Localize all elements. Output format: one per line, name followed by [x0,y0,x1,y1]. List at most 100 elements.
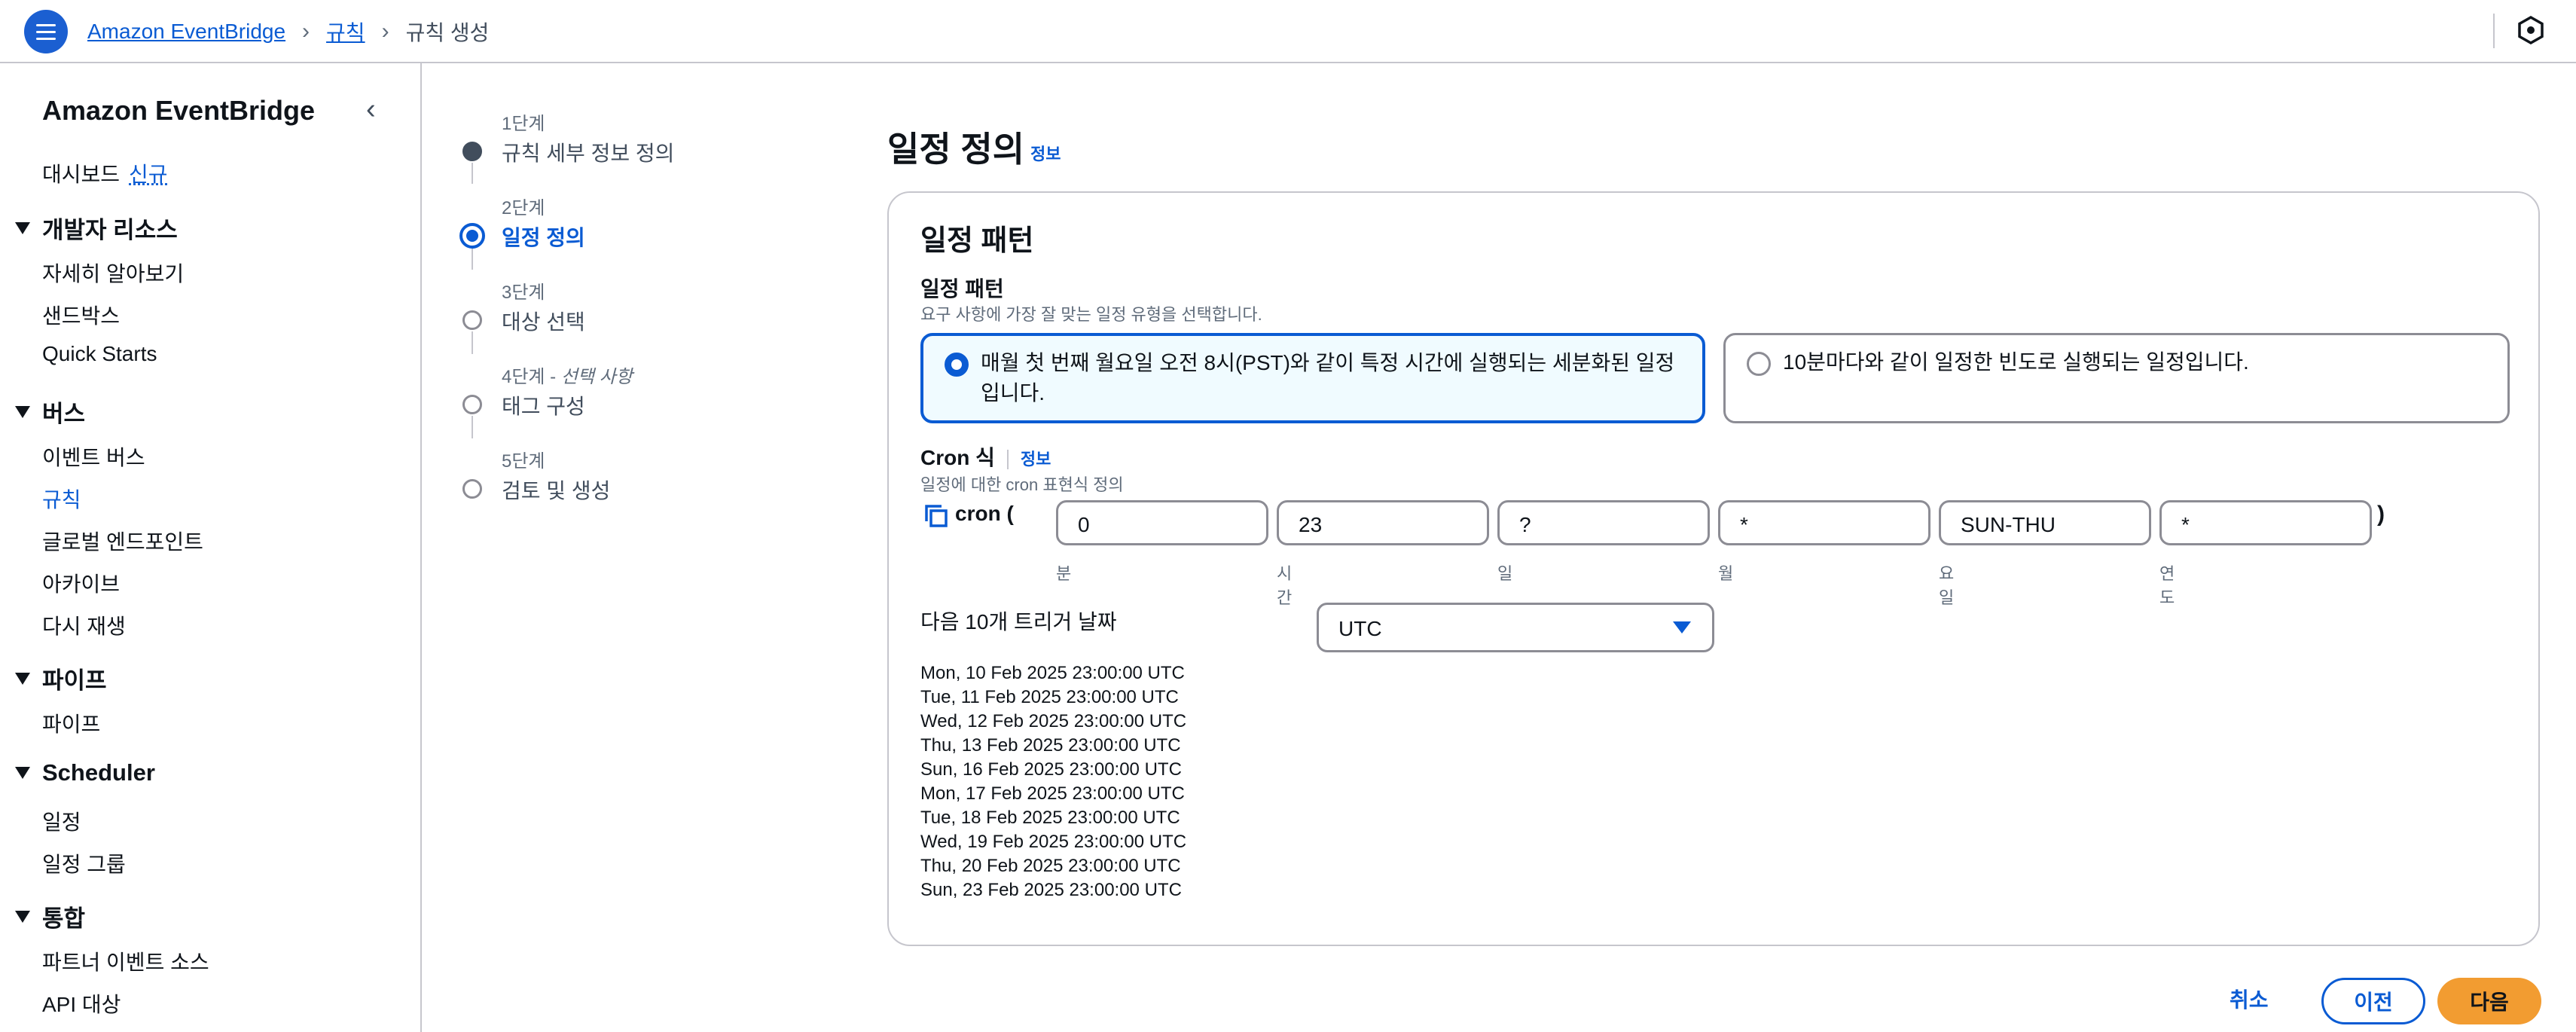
previous-button[interactable]: 이전 [2321,978,2425,1024]
section-title: 통합 [42,905,86,932]
sidebar-item-event-buses[interactable]: 이벤트 버스 [42,441,145,472]
list-item: Wed, 12 Feb 2025 23:00:00 UTC [920,711,1187,731]
caret-down-icon [15,221,30,234]
sidebar-item-rules[interactable]: 규칙 [42,484,81,514]
section-title: 파이프 [42,667,107,694]
cron-year-label: 연도 [2159,564,2175,607]
step-1-link[interactable]: 규칙 세부 정보 정의 [502,137,674,167]
sidebar-section-scheduler[interactable]: Scheduler [15,759,155,786]
sidebar-section-buses[interactable]: 버스 [15,395,85,429]
sidebar-section-integration[interactable]: 통합 [15,899,85,933]
list-item: Sun, 23 Feb 2025 23:00:00 UTC [920,880,1182,900]
cron-month-input[interactable]: * [1718,500,1930,545]
menu-button[interactable] [24,10,68,53]
sidebar-item-dashboard[interactable]: 대시보드 신규 [42,158,168,188]
cron-day-of-week-input[interactable]: SUN-THU [1939,500,2151,545]
breadcrumb-home-link[interactable]: Amazon EventBridge [87,20,285,44]
sidebar-item-archives[interactable]: 아카이브 [42,568,120,598]
chevron-right-icon: › [302,19,310,44]
page-title: 일정 정의 [887,130,1025,169]
radio-fine-grained-schedule[interactable]: 매월 첫 번째 월요일 오전 8시(PST)와 같이 특정 시간에 실행되는 세… [920,333,1705,423]
caret-down-icon [15,405,30,418]
list-item: Thu, 20 Feb 2025 23:00:00 UTC [920,856,1181,876]
list-item: Tue, 18 Feb 2025 23:00:00 UTC [920,808,1180,828]
sidebar-item-learn-more[interactable]: 자세히 알아보기 [42,258,184,288]
step-5-name: 검토 및 생성 [502,479,611,502]
step-2-label: 2단계 [502,198,545,218]
cron-prefix: cron ( [955,502,1014,525]
section-title: 버스 [42,401,86,427]
step-4-number: 4단계 [502,367,545,387]
cancel-button[interactable]: 취소 [2230,984,2269,1014]
radio-rate-schedule[interactable]: 10분마다와 같이 일정한 빈도로 실행되는 일정입니다. [1723,333,2510,423]
sidebar-item-pipes[interactable]: 파이프 [42,708,100,738]
info-link[interactable]: 정보 [1030,141,1061,165]
sidebar-item-partner-event-sources[interactable]: 파트너 이벤트 소스 [42,946,209,976]
hamburger-icon [36,22,56,42]
sidebar-item-sandbox[interactable]: 샌드박스 [42,300,120,330]
cron-description: 일정에 대한 cron 표현식 정의 [920,475,1124,494]
sidebar-item-schedule-groups[interactable]: 일정 그룹 [42,848,126,878]
pattern-label: 일정 패턴 [920,277,1004,301]
sidebar-item-global-endpoints[interactable]: 글로벌 엔드포인트 [42,526,203,556]
list-item: Thu, 13 Feb 2025 23:00:00 UTC [920,735,1181,756]
radio-selected-icon [945,353,969,377]
step-4-optional: 선택 사항 [560,367,633,387]
list-item: Mon, 10 Feb 2025 23:00:00 UTC [920,663,1185,683]
cron-label-text: Cron 식 [920,446,995,469]
sidebar-section-developer-resources[interactable]: 개발자 리소스 [15,211,178,245]
step-pending-dot-icon [462,395,482,414]
section-title: 개발자 리소스 [42,217,178,243]
cron-hours-label: 시간 [1277,564,1293,607]
sidebar-item-replays[interactable]: 다시 재생 [42,610,126,640]
cron-suffix: ) [2377,502,2385,527]
schedule-pattern-container: 일정 패턴 일정 패턴 요구 사항에 가장 잘 맞는 일정 유형을 선택합니다.… [887,191,2540,946]
cron-month-label: 월 [1718,564,1734,583]
caret-down-icon [15,672,30,685]
cron-year-input[interactable]: * [2159,500,2372,545]
cron-hours-input[interactable]: 23 [1277,500,1489,545]
chevron-right-icon: › [381,19,389,44]
divider [2493,14,2495,48]
copy-icon[interactable] [923,503,949,529]
caret-down-icon [15,910,30,923]
step-active-dot-icon [459,223,485,249]
sidebar-item-quick-starts[interactable]: Quick Starts [42,342,157,366]
step-3-label: 3단계 [502,282,545,303]
sidebar-section-pipes[interactable]: 파이프 [15,661,107,695]
section-title: Scheduler [42,759,155,786]
cron-day-of-month-input[interactable]: ? [1497,500,1710,545]
list-item: Tue, 11 Feb 2025 23:00:00 UTC [920,687,1179,707]
breadcrumb-rules-link[interactable]: 규칙 [326,17,365,47]
sidebar-title: Amazon EventBridge [42,95,316,126]
caret-down-icon [1673,621,1691,634]
list-item: Wed, 19 Feb 2025 23:00:00 UTC [920,832,1187,852]
step-1-label: 1단계 [502,114,545,134]
step-2-current: 일정 정의 [502,226,585,249]
timezone-select[interactable]: UTC [1317,603,1714,652]
breadcrumb-current: 규칙 생성 [405,21,490,44]
cron-minutes-input[interactable]: 0 [1056,500,1268,545]
cron-label: Cron 식 정보 [920,441,1051,472]
sidebar-item-schedules[interactable]: 일정 [42,806,81,836]
breadcrumb: Amazon EventBridge › 규칙 › 규칙 생성 [87,17,489,47]
next-button[interactable]: 다음 [2437,978,2541,1024]
step-4-label: 4단계 - 선택 사항 [502,367,633,387]
step-3-name: 대상 선택 [502,310,585,334]
radio-label: 10분마다와 같이 일정한 빈도로 실행되는 일정입니다. [1783,350,2249,374]
top-navigation-bar: Amazon EventBridge › 규칙 › 규칙 생성 [0,0,2576,63]
sidebar-item-api-destinations[interactable]: API 대상 [42,988,121,1018]
collapse-sidebar-icon[interactable]: ‹ [366,93,376,126]
settings-hexagon-icon[interactable] [2516,15,2546,45]
cron-day-of-week-label: 요일 [1939,564,1955,607]
timezone-value: UTC [1338,617,1382,640]
trigger-dates-list: Mon, 10 Feb 2025 23:00:00 UTC Tue, 11 Fe… [920,661,1186,902]
trigger-dates-label: 다음 10개 트리거 날짜 [920,610,1117,634]
container-title: 일정 패턴 [920,225,1034,257]
step-connector [472,331,473,354]
divider [1006,449,1009,469]
cron-info-link[interactable]: 정보 [1021,450,1051,469]
list-item: Sun, 16 Feb 2025 23:00:00 UTC [920,759,1182,780]
radio-unselected-icon [1747,352,1771,376]
step-connector [472,247,473,270]
